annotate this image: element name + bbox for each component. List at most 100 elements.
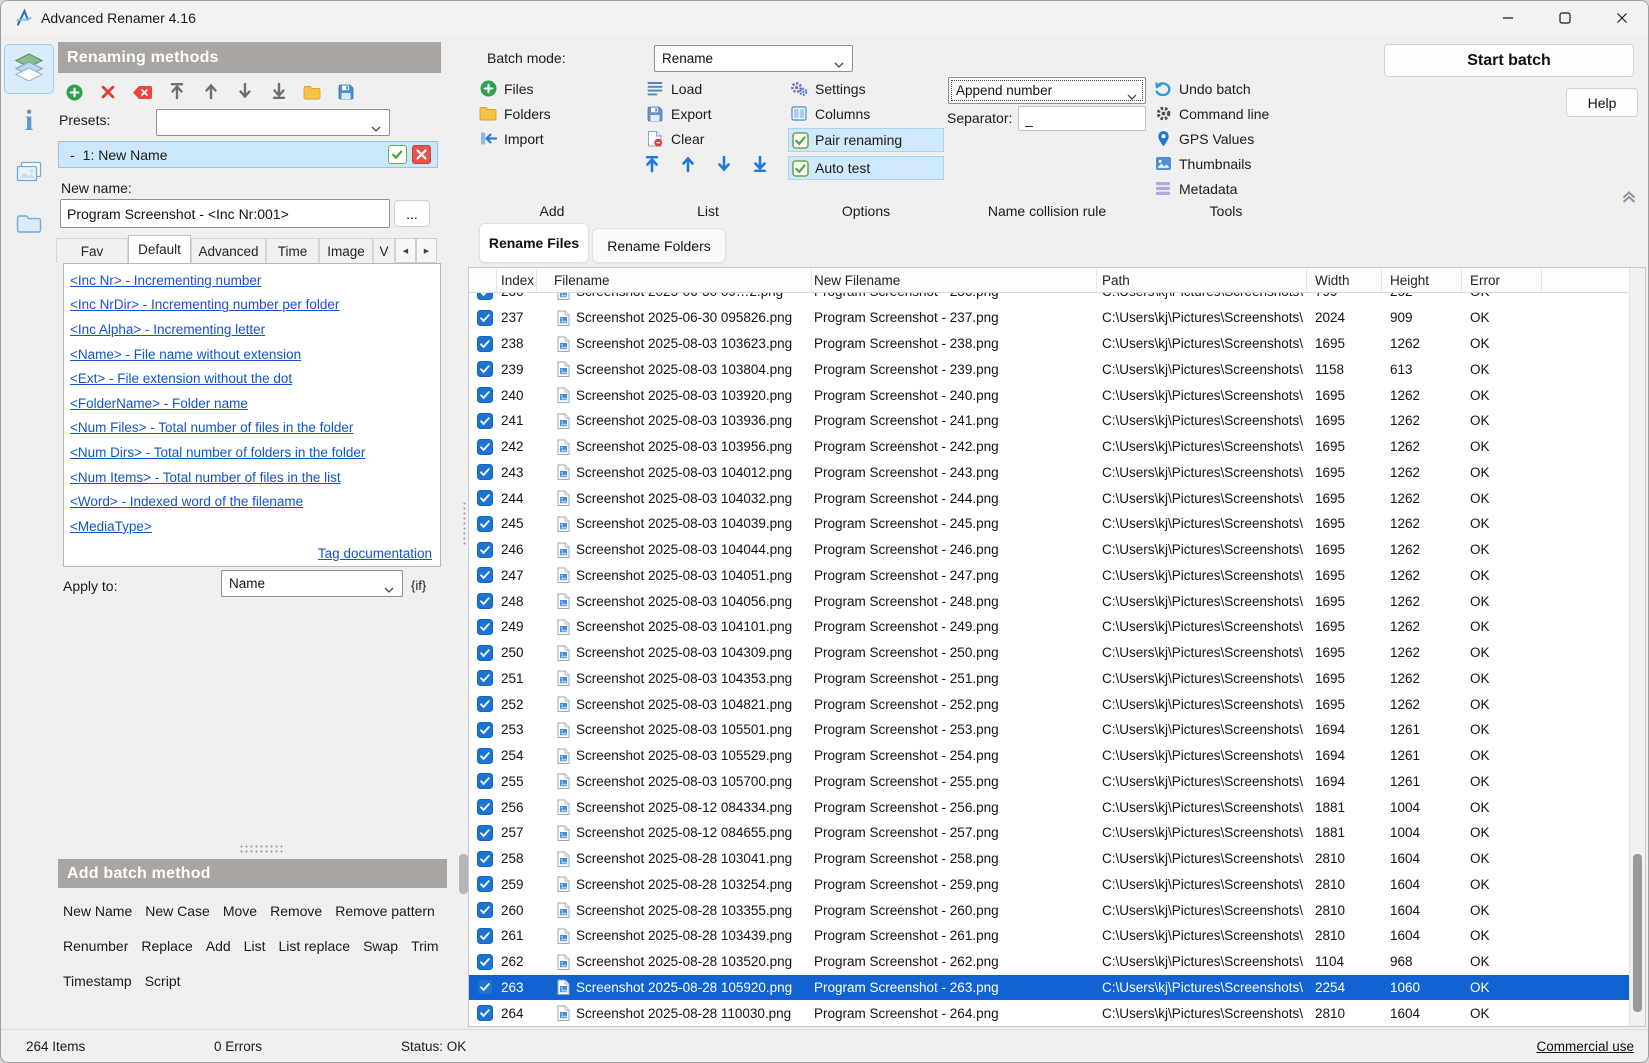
table-row[interactable]: 260Screenshot 2025-08-28 103355.pngProgr… — [469, 897, 1631, 923]
settings-button[interactable]: Settings — [790, 80, 866, 97]
table-row[interactable]: 242Screenshot 2025-08-03 103956.pngProgr… — [469, 434, 1631, 460]
method-collapse-indicator[interactable]: - — [70, 147, 75, 163]
add-batch-method-button[interactable]: Timestamp — [63, 973, 132, 989]
row-checkbox[interactable] — [469, 293, 497, 300]
save-preset-button[interactable] — [335, 81, 357, 103]
sidebar-item-folders[interactable] — [12, 211, 46, 241]
thumbnails-button[interactable]: Thumbnails — [1154, 155, 1251, 172]
method-enable-checkbox[interactable] — [388, 145, 407, 164]
collapse-panel-button[interactable] — [1621, 190, 1639, 206]
row-checkbox[interactable] — [469, 954, 497, 970]
tag-link[interactable]: <Word> - Indexed word of the filename — [70, 494, 303, 509]
separator-input[interactable] — [1018, 106, 1146, 131]
row-checkbox[interactable] — [469, 310, 497, 326]
row-checkbox[interactable] — [469, 979, 497, 995]
add-batch-method-button[interactable]: Trim — [411, 938, 438, 954]
tab-advanced[interactable]: Advanced — [191, 238, 266, 263]
row-checkbox[interactable] — [469, 490, 497, 506]
table-row[interactable]: 243Screenshot 2025-08-03 104012.pngProgr… — [469, 460, 1631, 486]
tag-link[interactable]: <Num Items> - Total number of files in t… — [70, 470, 341, 485]
gps-values-button[interactable]: GPS Values — [1154, 130, 1254, 147]
tab-scroll-right-button[interactable]: ▶ — [416, 238, 437, 263]
add-batch-method-button[interactable]: Add — [206, 938, 231, 954]
remove-method-button[interactable] — [97, 81, 119, 103]
add-files-button[interactable]: Files — [479, 80, 534, 97]
tag-link[interactable]: <MediaType> — [70, 519, 152, 534]
row-checkbox[interactable] — [469, 825, 497, 841]
table-row[interactable]: 237Screenshot 2025-06-30 095826.pngProgr… — [469, 305, 1631, 331]
export-list-button[interactable]: Export — [646, 105, 711, 122]
tag-link[interactable]: <Name> - File name without extension — [70, 347, 301, 362]
row-checkbox[interactable] — [469, 387, 497, 403]
row-checkbox[interactable] — [469, 645, 497, 661]
row-checkbox[interactable] — [469, 851, 497, 867]
tag-link[interactable]: <Num Files> - Total number of files in t… — [70, 420, 353, 435]
move-file-bottom-button[interactable] — [747, 152, 773, 176]
method-delete-button[interactable] — [412, 145, 431, 164]
add-batch-method-button[interactable]: New Case — [145, 903, 210, 919]
table-row[interactable]: 250Screenshot 2025-08-03 104309.pngProgr… — [469, 640, 1631, 666]
row-checkbox[interactable] — [469, 722, 497, 738]
metadata-button[interactable]: Metadata — [1154, 180, 1237, 197]
row-checkbox[interactable] — [469, 413, 497, 429]
vertical-scrollbar[interactable] — [1629, 268, 1645, 1026]
add-batch-method-button[interactable]: Remove pattern — [335, 903, 435, 919]
new-name-more-button[interactable]: ... — [394, 200, 430, 227]
move-file-down-button[interactable] — [711, 152, 737, 176]
add-batch-method-button[interactable]: Replace — [141, 938, 192, 954]
add-batch-method-button[interactable]: New Name — [63, 903, 132, 919]
table-row[interactable]: 254Screenshot 2025-08-03 105529.pngProgr… — [469, 743, 1631, 769]
table-row[interactable]: 236Screenshot 2025-06-30 09…2.pngProgram… — [469, 293, 1631, 305]
row-checkbox[interactable] — [469, 619, 497, 635]
table-row[interactable]: 251Screenshot 2025-08-03 104353.pngProgr… — [469, 666, 1631, 692]
presets-combobox[interactable] — [156, 109, 390, 136]
tag-link[interactable]: <Ext> - File extension without the dot — [70, 371, 292, 386]
collision-rule-combobox[interactable]: Append number — [948, 77, 1146, 104]
load-list-button[interactable]: Load — [646, 80, 702, 97]
maximize-button[interactable] — [1536, 1, 1593, 35]
batch-mode-combobox[interactable]: Rename — [654, 45, 853, 72]
tag-link[interactable]: <Num Dirs> - Total number of folders in … — [70, 445, 365, 460]
undo-batch-button[interactable]: Undo batch — [1154, 80, 1251, 97]
scrollbar-thumb[interactable] — [1633, 854, 1642, 1012]
table-row[interactable]: 264Screenshot 2025-08-28 110030.pngProgr… — [469, 1000, 1631, 1026]
row-checkbox[interactable] — [469, 439, 497, 455]
tag-documentation-link[interactable]: Tag documentation — [318, 546, 432, 561]
pair-renaming-toggle[interactable]: Pair renaming — [788, 128, 944, 152]
tab-fav[interactable]: Fav — [56, 238, 128, 263]
tab-image[interactable]: Image — [319, 238, 373, 263]
if-badge[interactable]: {if} — [411, 578, 426, 593]
row-checkbox[interactable] — [469, 567, 497, 583]
sidebar-item-methods[interactable] — [4, 44, 54, 94]
tag-link[interactable]: <Inc Nr> - Incrementing number — [70, 273, 261, 288]
row-checkbox[interactable] — [469, 361, 497, 377]
header-height[interactable]: Height — [1382, 268, 1462, 292]
move-method-bottom-button[interactable] — [268, 80, 290, 102]
table-row[interactable]: 239Screenshot 2025-08-03 103804.pngProgr… — [469, 357, 1631, 383]
add-batch-method-button[interactable]: List replace — [278, 938, 350, 954]
add-folders-button[interactable]: Folders — [479, 105, 551, 122]
header-filename[interactable]: Filename — [537, 268, 812, 292]
horizontal-splitter-grip[interactable] — [239, 844, 283, 854]
sidebar-item-images[interactable] — [11, 159, 47, 189]
new-name-input[interactable] — [60, 199, 390, 228]
auto-test-toggle[interactable]: Auto test — [788, 156, 944, 180]
tab-rename-files[interactable]: Rename Files — [479, 223, 589, 263]
table-row[interactable]: 246Screenshot 2025-08-03 104044.pngProgr… — [469, 537, 1631, 563]
table-row[interactable]: 256Screenshot 2025-08-12 084334.pngProgr… — [469, 794, 1631, 820]
clear-list-button[interactable]: Clear — [646, 130, 704, 147]
table-row[interactable]: 244Screenshot 2025-08-03 104032.pngProgr… — [469, 485, 1631, 511]
table-row[interactable]: 245Screenshot 2025-08-03 104039.pngProgr… — [469, 511, 1631, 537]
table-row[interactable]: 248Screenshot 2025-08-03 104056.pngProgr… — [469, 588, 1631, 614]
move-file-up-button[interactable] — [675, 152, 701, 176]
add-batch-method-button[interactable]: Renumber — [63, 938, 128, 954]
add-batch-method-button[interactable]: Move — [223, 903, 257, 919]
row-checkbox[interactable] — [469, 670, 497, 686]
table-row[interactable]: 255Screenshot 2025-08-03 105700.pngProgr… — [469, 769, 1631, 795]
header-path[interactable]: Path — [1097, 268, 1307, 292]
row-checkbox[interactable] — [469, 902, 497, 918]
header-checkbox-column[interactable] — [469, 268, 497, 292]
header-width[interactable]: Width — [1307, 268, 1382, 292]
table-row[interactable]: 263Screenshot 2025-08-28 105920.pngProgr… — [469, 975, 1631, 1001]
table-row[interactable]: 247Screenshot 2025-08-03 104051.pngProgr… — [469, 563, 1631, 589]
